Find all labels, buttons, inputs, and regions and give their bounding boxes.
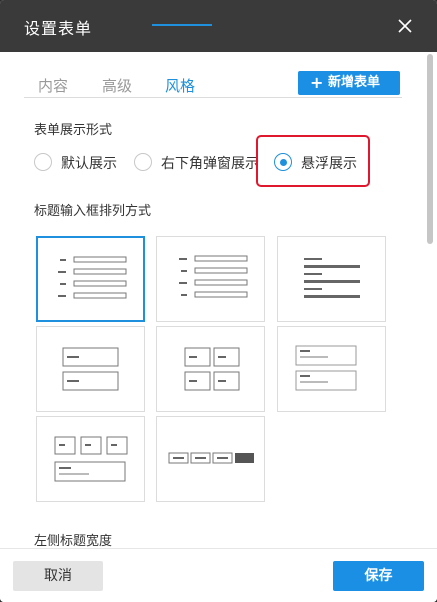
close-button[interactable]	[392, 13, 418, 39]
layout-option-inline-row[interactable]	[156, 416, 265, 502]
layout-left-aligned-icon	[58, 256, 127, 299]
scrollbar-thumb[interactable]	[427, 54, 433, 244]
layout-inline-row-icon	[168, 452, 254, 464]
layout-text-block-icon	[304, 258, 360, 298]
title-layout-label: 标题输入框排列方式	[34, 204, 152, 219]
dialog-footer: 取消 保存	[0, 548, 437, 602]
left-title-width-label: 左侧标题宽度	[34, 534, 113, 549]
layout-placeholder-boxes-icon	[295, 345, 357, 391]
layout-option-single-column[interactable]	[36, 326, 145, 412]
layout-right-aligned-icon	[179, 255, 248, 298]
tab-style[interactable]: 风格	[165, 75, 195, 96]
layout-two-column-icon	[184, 347, 240, 391]
dialog-title: 设置表单	[24, 19, 93, 38]
radio-circle	[34, 153, 52, 171]
tab-content[interactable]: 内容	[38, 75, 68, 96]
layout-option-text-block[interactable]	[277, 236, 386, 322]
layout-option-right-aligned[interactable]	[156, 236, 265, 322]
add-form-button[interactable]: + 新增表单	[298, 71, 400, 95]
radio-popup-display[interactable]: 右下角弹窗展示	[134, 150, 264, 174]
layout-three-column-icon	[54, 436, 128, 482]
layout-option-two-column[interactable]	[156, 326, 265, 412]
radio-label: 默认展示	[61, 156, 117, 172]
dialog-header: 设置表单	[0, 0, 437, 52]
tab-advanced[interactable]: 高级	[102, 75, 132, 96]
close-icon	[398, 19, 412, 33]
radio-circle	[134, 153, 152, 171]
layout-single-column-icon	[62, 347, 119, 391]
layout-option-placeholder-boxes[interactable]	[277, 326, 386, 412]
set-form-dialog: 设置表单 内容 高级 风格 + 新增表单 表单展示形式 默认展示 右下角弹窗展示…	[0, 0, 437, 602]
radio-label: 右下角弹窗展示	[161, 156, 259, 172]
plus-icon: +	[310, 73, 324, 92]
highlight-annotation	[256, 135, 370, 187]
layout-option-left-aligned[interactable]	[36, 236, 145, 322]
cancel-button[interactable]: 取消	[13, 561, 103, 591]
save-button[interactable]: 保存	[333, 561, 424, 591]
add-form-label: 新增表单	[328, 75, 381, 90]
layout-option-three-column[interactable]	[36, 416, 145, 502]
display-mode-label: 表单展示形式	[34, 123, 113, 138]
radio-default-display[interactable]: 默认展示	[34, 150, 134, 174]
active-tab-indicator	[152, 24, 212, 26]
